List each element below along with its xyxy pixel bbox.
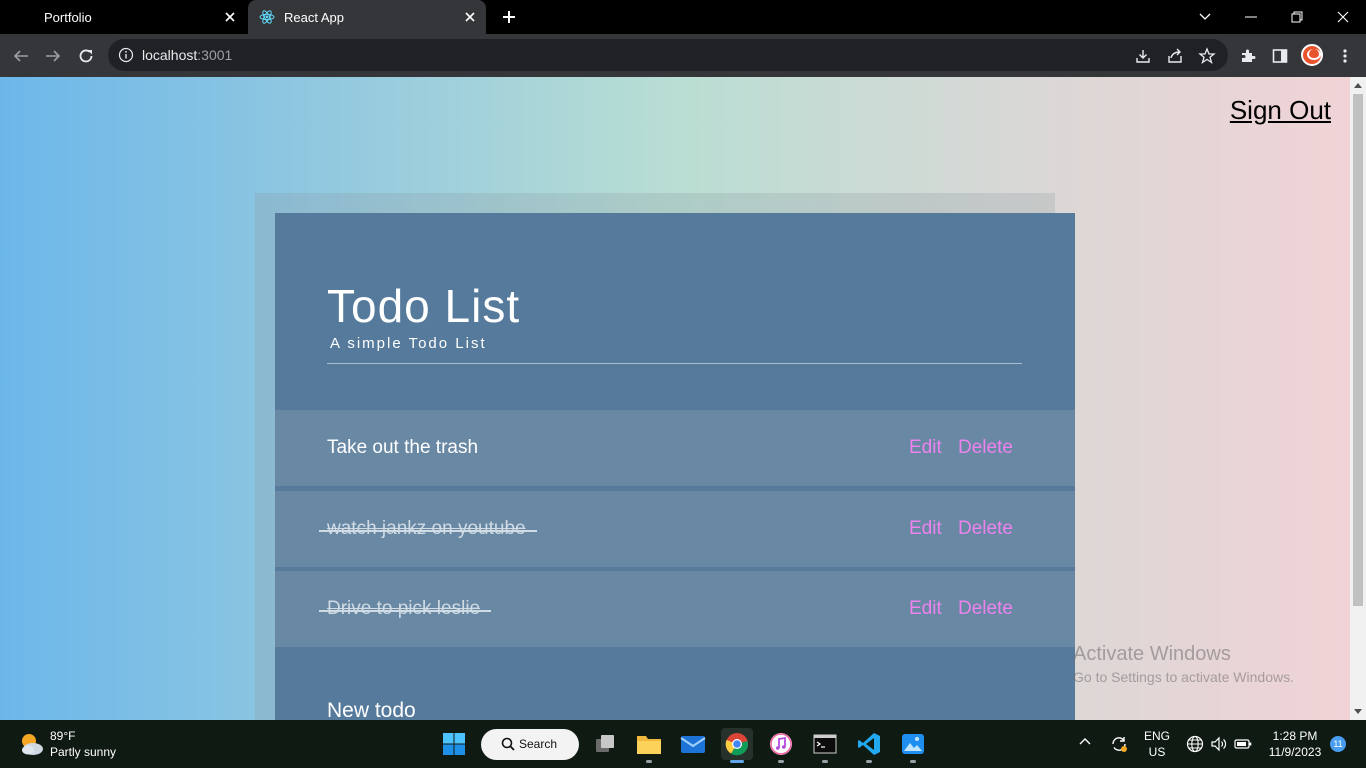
forward-arrow-icon[interactable]	[42, 45, 64, 67]
chrome-menu-icon[interactable]	[1334, 45, 1356, 67]
todo-item: Take out the trash Edit Delete	[275, 410, 1075, 486]
page-scrollbar[interactable]	[1350, 77, 1366, 720]
vscode-icon[interactable]	[853, 728, 885, 763]
todo-text[interactable]: Drive to pick leslie	[327, 598, 480, 620]
share-icon[interactable]	[1166, 47, 1184, 65]
scroll-down-arrow-icon[interactable]	[1354, 709, 1362, 714]
title-divider	[327, 363, 1022, 364]
sync-icon[interactable]	[1110, 735, 1128, 753]
edit-button[interactable]: Edit	[909, 437, 942, 459]
task-view-icon[interactable]	[589, 728, 621, 760]
search-icon	[501, 737, 515, 751]
windows-taskbar: 89°F Partly sunny Search ENG US 1:28 PM …	[0, 720, 1366, 768]
back-arrow-icon[interactable]	[10, 45, 32, 67]
volume-icon[interactable]	[1210, 735, 1228, 753]
new-tab-button[interactable]	[499, 7, 519, 27]
page-subtitle: A simple Todo List	[330, 335, 487, 352]
terminal-icon[interactable]	[809, 728, 841, 763]
tab-portfolio[interactable]: Portfolio	[0, 0, 246, 34]
taskbar-search[interactable]: Search	[481, 729, 579, 760]
delete-button[interactable]: Delete	[958, 598, 1013, 620]
itunes-icon[interactable]	[765, 728, 797, 763]
network-globe-icon[interactable]	[1186, 735, 1204, 753]
minimize-icon[interactable]	[1228, 0, 1274, 34]
todo-card: Todo List A simple Todo List Take out th…	[275, 213, 1075, 720]
todo-text[interactable]: Take out the trash	[327, 437, 478, 459]
close-icon[interactable]	[222, 9, 238, 25]
extensions-icon[interactable]	[1237, 45, 1259, 67]
notification-badge[interactable]: 11	[1330, 736, 1346, 752]
tab-react-app[interactable]: React App	[248, 0, 486, 34]
weather-description[interactable]: Partly sunny	[50, 745, 116, 759]
tab-search-chevron-icon[interactable]	[1182, 0, 1228, 34]
edit-button[interactable]: Edit	[909, 598, 942, 620]
tab-label: React App	[284, 9, 344, 25]
close-icon[interactable]	[462, 9, 478, 25]
bookmark-star-icon[interactable]	[1198, 47, 1216, 65]
close-window-icon[interactable]	[1320, 0, 1366, 34]
delete-button[interactable]: Delete	[958, 437, 1013, 459]
windows-start-icon[interactable]	[438, 728, 470, 760]
clock-date: 11/9/2023	[1268, 745, 1322, 759]
reload-icon[interactable]	[75, 45, 97, 67]
edit-button[interactable]: Edit	[909, 518, 942, 540]
file-explorer-icon[interactable]	[633, 728, 665, 763]
react-logo-icon	[259, 9, 275, 25]
show-hidden-icons-chevron-icon[interactable]	[1078, 735, 1096, 753]
clock-time: 1:28 PM	[1272, 729, 1318, 743]
todo-item-completed: watch jankz on youtube Edit Delete	[275, 491, 1075, 567]
scrollbar-thumb[interactable]	[1353, 94, 1363, 606]
todo-text[interactable]: watch jankz on youtube	[327, 518, 526, 540]
watermark-subtitle: Go to Settings to activate Windows.	[1073, 669, 1294, 685]
side-panel-icon[interactable]	[1269, 45, 1291, 67]
battery-icon[interactable]	[1234, 735, 1252, 753]
chrome-icon[interactable]	[721, 728, 753, 763]
language-indicator[interactable]: ENG US	[1142, 729, 1172, 759]
mail-icon[interactable]	[677, 728, 709, 760]
site-info-icon[interactable]	[118, 47, 134, 63]
photos-icon[interactable]	[897, 728, 929, 763]
todo-item-completed: Drive to pick leslie Edit Delete	[275, 571, 1075, 647]
profile-avatar[interactable]	[1301, 44, 1323, 66]
search-label: Search	[519, 737, 558, 751]
activate-windows-watermark: Activate Windows Go to Settings to activ…	[1073, 643, 1294, 685]
scroll-up-arrow-icon[interactable]	[1354, 83, 1362, 88]
watermark-title: Activate Windows	[1073, 643, 1231, 665]
restore-icon[interactable]	[1274, 0, 1320, 34]
url-text: localhost:3001	[142, 47, 233, 63]
sign-out-link[interactable]: Sign Out	[1230, 95, 1331, 126]
weather-temperature[interactable]: 89°F	[50, 729, 75, 743]
clock[interactable]: 1:28 PM 11/9/2023	[1262, 729, 1328, 759]
install-icon[interactable]	[1134, 47, 1152, 65]
tab-label: Portfolio	[44, 9, 92, 25]
address-bar[interactable]: localhost:3001	[108, 39, 1228, 71]
tab-strip: Portfolio React App	[0, 0, 1366, 34]
weather-sun-cloud-icon[interactable]	[16, 729, 46, 759]
page-title: Todo List	[327, 280, 521, 332]
browser-toolbar: localhost:3001	[0, 34, 1366, 77]
delete-button[interactable]: Delete	[958, 518, 1013, 540]
page-viewport: Sign Out Todo List A simple Todo List Ta…	[0, 77, 1350, 720]
new-todo-label: New todo	[327, 699, 416, 720]
